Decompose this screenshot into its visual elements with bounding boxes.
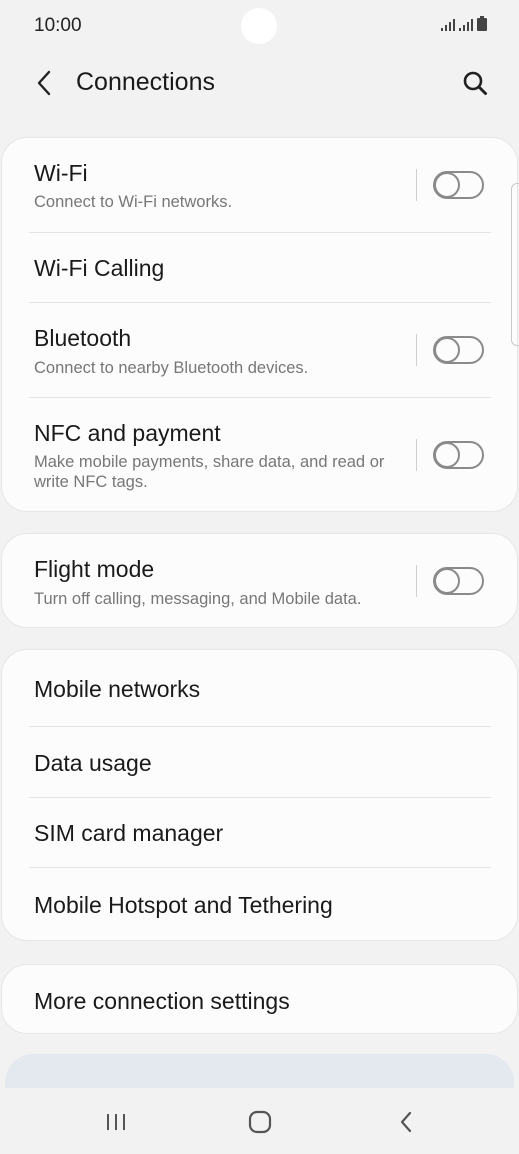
wifi-title: Wi-Fi (34, 160, 88, 186)
data-usage-title: Data usage (34, 750, 152, 776)
bluetooth-title: Bluetooth (34, 325, 132, 351)
nfc-toggle[interactable] (433, 441, 484, 469)
home-button[interactable] (240, 1106, 280, 1138)
mobile-hotspot-item[interactable]: Mobile Hotspot and Tethering (2, 868, 517, 940)
separator (416, 334, 417, 366)
bluetooth-subtitle: Connect to nearby Bluetooth devices. (34, 359, 309, 377)
battery-icon (477, 16, 487, 31)
flight-mode-subtitle: Turn off calling, messaging, and Mobile … (34, 590, 362, 608)
search-icon (463, 71, 487, 95)
separator (416, 439, 417, 471)
more-connection-settings-title: More connection settings (34, 988, 290, 1014)
bluetooth-item[interactable]: Bluetooth Connect to nearby Bluetooth de… (2, 303, 517, 398)
recents-icon (107, 1114, 125, 1130)
connections-group-1: Wi-Fi Connect to Wi-Fi networks. Wi-Fi C… (1, 137, 518, 512)
back-nav-button[interactable] (386, 1106, 426, 1138)
flight-mode-toggle[interactable] (433, 567, 484, 595)
toggle-knob (434, 337, 460, 363)
mobile-networks-item[interactable]: Mobile networks (2, 650, 517, 727)
toggle-knob (434, 442, 460, 468)
flight-mode-title: Flight mode (34, 556, 155, 582)
more-connection-settings-item[interactable]: More connection settings (2, 965, 517, 1033)
connections-group-4: More connection settings (1, 964, 518, 1034)
mobile-networks-title: Mobile networks (34, 676, 201, 702)
search-button[interactable] (459, 66, 491, 100)
wifi-item[interactable]: Wi-Fi Connect to Wi-Fi networks. (2, 138, 517, 233)
signal-icon (459, 19, 473, 31)
wifi-toggle[interactable] (433, 171, 484, 199)
sim-card-manager-title: SIM card manager (34, 820, 224, 846)
connections-group-3: Mobile networks Data usage SIM card mana… (1, 649, 518, 941)
back-nav-icon (400, 1111, 412, 1133)
wifi-calling-title: Wi-Fi Calling (34, 255, 165, 281)
mobile-hotspot-title: Mobile Hotspot and Tethering (34, 892, 333, 918)
data-usage-item[interactable]: Data usage (2, 727, 517, 797)
nfc-payment-item[interactable]: NFC and payment Make mobile payments, sh… (2, 398, 517, 511)
flight-mode-item[interactable]: Flight mode Turn off calling, messaging,… (2, 534, 517, 627)
app-header: Connections (0, 52, 519, 114)
separator (416, 565, 417, 597)
status-bar: 10:00 (0, 0, 519, 52)
back-arrow-icon (37, 70, 51, 96)
sim-card-manager-item[interactable]: SIM card manager (2, 798, 517, 868)
camera-cutout (241, 8, 277, 44)
status-time: 10:00 (34, 15, 82, 36)
nfc-payment-subtitle: Make mobile payments, share data, and re… (34, 453, 385, 491)
separator (416, 169, 417, 201)
scrollbar[interactable] (511, 183, 519, 346)
wifi-calling-item[interactable]: Wi-Fi Calling (2, 233, 517, 303)
status-icons (441, 16, 487, 31)
connections-group-2: Flight mode Turn off calling, messaging,… (1, 533, 518, 628)
bluetooth-toggle[interactable] (433, 336, 484, 364)
toggle-knob (434, 568, 460, 594)
recents-button[interactable] (96, 1106, 136, 1138)
signal-icon (441, 19, 455, 31)
navigation-bar (0, 1088, 519, 1154)
page-title: Connections (76, 68, 215, 96)
wifi-subtitle: Connect to Wi-Fi networks. (34, 193, 233, 211)
toggle-knob (434, 172, 460, 198)
home-icon (248, 1110, 272, 1134)
nfc-payment-title: NFC and payment (34, 420, 221, 446)
back-button[interactable] (28, 66, 60, 100)
